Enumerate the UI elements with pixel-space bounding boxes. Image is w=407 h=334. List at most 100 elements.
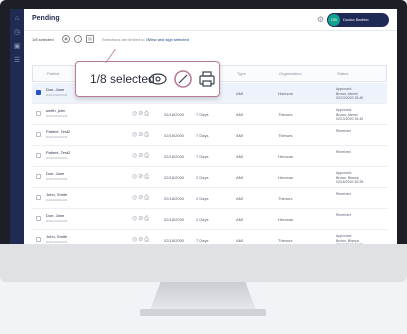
patient-name[interactable]: Doe, Jane [46,171,64,176]
table-row[interactable]: Doe, Jane DAR201901234 ◎⊘⎙ 02/18/2000 2 Days… [32,209,387,230]
selection-callout: 1/8 selected [75,61,220,97]
organization-cell: Thimurs [278,238,293,243]
print-icon[interactable]: ▤ [86,35,94,43]
row-actions: ◎⊘⎙ [132,173,150,181]
status-cell: Received [336,192,351,196]
status-cell: Received [336,213,351,217]
table-row[interactable]: smith, john DAR201901234 ◎⊘⎙ 02/18/2000 7 Da… [32,104,387,125]
home-icon[interactable]: ⌂ [13,15,21,23]
duration-cell: 7 Days [196,133,209,138]
selection-toolbar: 1/8 selected ◉ / ▤ Selections are limite… [24,31,397,49]
status-cell: Received [336,129,351,133]
inbox-icon[interactable]: ▣ [13,43,21,51]
table-row[interactable]: John, Smith DAR201901234 ◎⊘⎙ 02/18/2000 2 Da… [32,188,387,209]
duration-cell: 2 Days [196,196,209,201]
type-cell: AMI [236,133,244,138]
app-screen: ⌂ ◷ ▣ ☰ Pending ⚙ 🔔︎ DB Doctor Barbier 1… [10,9,397,244]
row-checkbox[interactable] [36,153,41,158]
patient-id: DAR201901234 [46,198,68,202]
print-icon[interactable]: ⎙ [144,195,150,201]
date-cell: 02/18/2000 [164,154,185,159]
date-cell: 02/18/2000 [164,217,185,222]
view-icon[interactable]: ◉ [62,35,70,43]
patient-name[interactable]: smith, john [46,108,65,113]
eye-icon[interactable] [148,69,168,89]
settings-icon[interactable]: ⚙ [316,15,325,24]
col-organization[interactable]: Organization [279,71,302,76]
patient-name[interactable]: Patient, Test2 [46,129,70,134]
avatar: DB [328,14,340,26]
row-actions: ◎⊘⎙ [132,110,150,118]
print-icon[interactable]: ⎙ [144,237,150,243]
date-cell: 02/18/2000 [164,112,185,117]
monitor-chin [0,244,407,282]
duration-cell: 7 Days [196,238,209,243]
list-icon[interactable]: ☰ [13,57,21,65]
print-icon[interactable]: ⎙ [144,216,150,222]
row-checkbox[interactable] [36,237,41,242]
table-row[interactable]: John, Smith DAR201901234 ◎⊘⎙ 02/18/2000 7 Da… [32,230,387,244]
row-actions: ◎⊘⎙ [132,131,150,139]
row-actions: ◎⊘⎙ [132,194,150,202]
table-row[interactable]: Patient, Test2 DAR201901234 ◎⊘⎙ 02/18/2000 7… [32,125,387,146]
patient-name[interactable]: Doe, Jane [46,87,64,92]
organization-cell: Honrzon [278,91,294,96]
print-icon[interactable]: ⎙ [144,132,150,138]
table-row[interactable]: Patient, Test2 DAR201901234 ◎⊘⎙ 02/18/2000 7… [32,146,387,167]
monitor-base [140,309,266,316]
patient-name[interactable]: Patient, Test2 [46,150,70,155]
status-cell: Approved: Brown, Atermi 02/13/2020 15:40 [336,108,364,121]
duration-cell: 7 Days [196,154,209,159]
row-checkbox[interactable] [36,195,41,200]
table-row[interactable]: Doe, Jane DAR201901234 ◎⊘⎙ 02/18/2000 2 Days… [32,167,387,188]
row-checkbox[interactable] [36,174,41,179]
row-checkbox[interactable] [36,216,41,221]
type-cell: AMI [236,112,244,117]
date-cell: 02/18/2000 [164,238,185,243]
col-type[interactable]: Type [237,71,246,76]
row-checkbox[interactable] [36,90,41,95]
print-icon[interactable]: ⎙ [144,174,150,180]
monitor-stand [150,282,256,310]
organization-cell: Hercean [278,217,294,222]
sign-icon[interactable] [173,69,193,89]
row-actions: ◎⊘⎙ [132,236,150,244]
selected-count: 1/8 selected [32,37,54,42]
organization-cell: Hercean [278,154,294,159]
callout-selected-count: 1/8 selected [90,72,155,86]
type-cell: AMI [236,154,244,159]
date-cell: 02/18/2000 [164,175,185,180]
patient-id: DAR201901234 [46,177,68,181]
print-icon[interactable]: ⎙ [144,111,150,117]
organization-cell: Thimurs [278,196,293,201]
patient-name[interactable]: Doe, Jane [46,213,64,218]
patient-id: DAR201901234 [46,114,68,118]
user-name: Doctor Barbier [343,17,369,22]
print-icon[interactable]: ⎙ [144,153,150,159]
organization-cell: Thimurs [278,112,293,117]
organization-cell: Hercean [278,175,294,180]
col-status[interactable]: Status [337,71,348,76]
row-actions: ◎⊘⎙ [132,152,150,160]
row-checkbox[interactable] [36,111,41,116]
row-actions: ◎⊘⎙ [132,215,150,223]
type-cell: AMI [236,196,244,201]
patient-id: DAR201901234 [46,93,68,97]
status-cell: Received [336,150,351,154]
clock-icon[interactable]: ◷ [13,29,21,37]
patient-name[interactable]: John, Smith [46,192,67,197]
duration-cell: 2 Days [196,217,209,222]
view-sign-selected-link[interactable]: View and sign selected [148,37,189,42]
print-icon[interactable] [197,69,217,89]
user-menu[interactable]: DB Doctor Barbier [327,13,389,27]
sign-icon[interactable]: / [74,35,82,43]
patient-id: DAR201901234 [46,135,68,139]
col-patient[interactable]: Patient [47,71,59,76]
row-checkbox[interactable] [36,132,41,137]
date-cell: 02/18/2000 [164,196,185,201]
status-cell: Approved: Brown, Atermi 02/13/2020 15:40 [336,87,364,100]
status-cell: Approved: Brown, Blanca 02/18/2020 20:28 [336,171,364,184]
date-cell: 02/18/2000 [164,133,185,138]
header: Pending ⚙ 🔔︎ DB Doctor Barbier [24,9,397,31]
patient-name[interactable]: John, Smith [46,234,67,239]
